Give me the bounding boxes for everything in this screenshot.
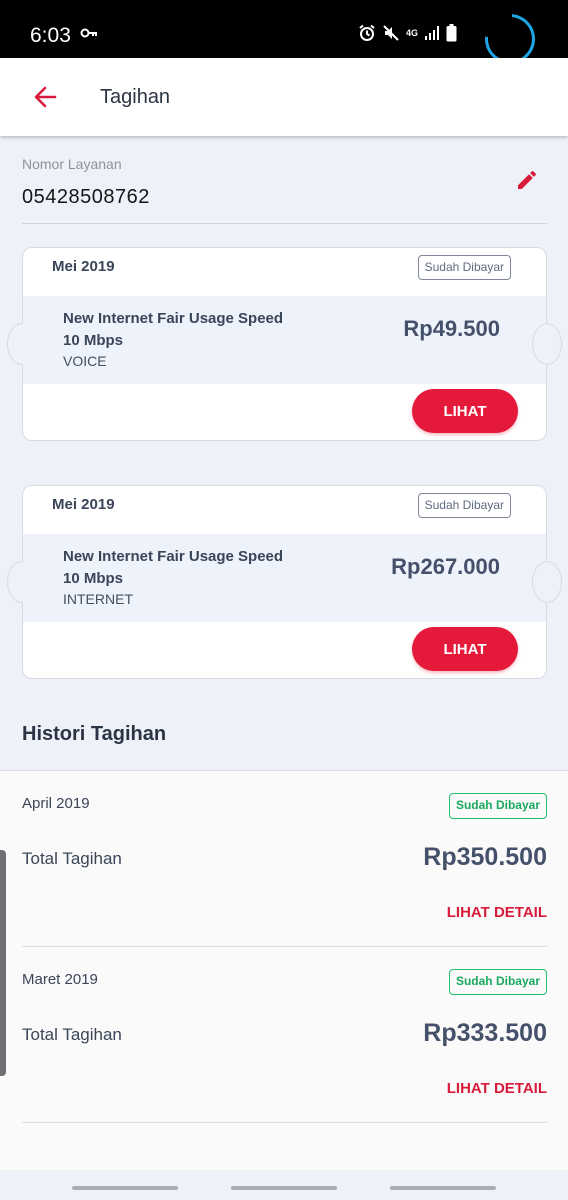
nav-back-button[interactable] (390, 1186, 496, 1190)
bill-amount: Rp49.500 (403, 316, 500, 341)
lihat-button[interactable]: LIHAT (412, 389, 518, 433)
mute-icon (383, 25, 399, 41)
service-number-section: Nomor Layanan 05428508762 (22, 136, 547, 224)
bill-package-name: New Internet Fair Usage Speed 10 Mbps (63, 308, 303, 352)
total-label: Total Tagihan (22, 849, 122, 868)
status-badge: Sudah Dibayar (448, 793, 547, 819)
bill-package-name: New Internet Fair Usage Speed 10 Mbps (63, 546, 303, 590)
bill-package-name-line2: 10 Mbps (63, 332, 124, 349)
app-bar: Tagihan (0, 58, 568, 136)
history-item: Maret 2019 Sudah Dibayar Total Tagihan R… (22, 947, 547, 1123)
bill-amount: Rp267.000 (391, 554, 500, 579)
battery-icon (446, 24, 457, 42)
total-amount: Rp350.500 (423, 843, 547, 871)
status-icons: 4G (358, 24, 457, 42)
bill-card: Mei 2019 Sudah Dibayar New Internet Fair… (7, 485, 562, 679)
bill-details: New Internet Fair Usage Speed 10 Mbps VO… (23, 296, 546, 384)
status-time: 6:03 (30, 24, 71, 47)
service-number-label: Nomor Layanan (22, 156, 122, 172)
signal-icon (425, 26, 440, 40)
history-list: April 2019 Sudah Dibayar Total Tagihan R… (0, 770, 568, 1170)
nav-home-button[interactable] (231, 1186, 337, 1190)
back-button[interactable] (28, 80, 62, 114)
bill-card: Mei 2019 Sudah Dibayar New Internet Fair… (7, 247, 562, 441)
lihat-button[interactable]: LIHAT (412, 627, 518, 671)
lihat-detail-link[interactable]: LIHAT DETAIL (447, 1080, 547, 1097)
system-nav-bar (0, 1170, 568, 1200)
arrow-left-icon (34, 86, 57, 108)
bill-month: Mei 2019 (52, 496, 115, 513)
status-badge: Sudah Dibayar (417, 255, 511, 280)
total-label: Total Tagihan (22, 1025, 122, 1044)
edge-panel-handle[interactable] (0, 850, 6, 1076)
bill-package-name-line2: 10 Mbps (63, 570, 124, 587)
history-item: April 2019 Sudah Dibayar Total Tagihan R… (22, 771, 547, 947)
network-label: 4G (406, 27, 419, 38)
status-bar: 6:03 4G (0, 0, 568, 75)
status-badge: Sudah Dibayar (417, 493, 511, 518)
page-title: Tagihan (100, 86, 171, 108)
bill-package-name-line1: New Internet Fair Usage Speed (63, 310, 284, 327)
history-title: Histori Tagihan (22, 723, 167, 745)
alarm-icon (359, 24, 375, 41)
bill-type: INTERNET (63, 591, 133, 607)
service-number-value: 05428508762 (22, 186, 150, 208)
key-icon (80, 28, 97, 38)
bill-package-name-line1: New Internet Fair Usage Speed (63, 548, 284, 565)
status-badge: Sudah Dibayar (448, 969, 547, 995)
bill-details: New Internet Fair Usage Speed 10 Mbps IN… (23, 534, 546, 622)
total-amount: Rp333.500 (423, 1019, 547, 1047)
bill-month: Mei 2019 (52, 258, 115, 275)
edit-service-button[interactable] (515, 168, 539, 192)
history-month: Maret 2019 (22, 971, 98, 988)
history-month: April 2019 (22, 795, 90, 812)
nav-recents-button[interactable] (72, 1186, 178, 1190)
pencil-icon (518, 170, 536, 189)
lihat-detail-link[interactable]: LIHAT DETAIL (447, 904, 547, 921)
bill-type: VOICE (63, 353, 107, 369)
